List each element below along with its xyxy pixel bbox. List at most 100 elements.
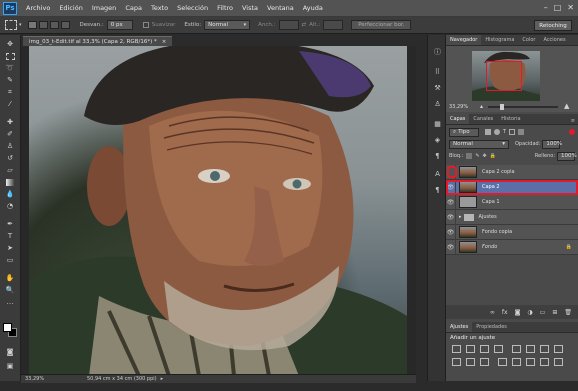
navigator-zoom-slider-handle[interactable] [500, 104, 504, 110]
hue-saturation-icon[interactable] [526, 345, 535, 353]
filter-type-icon[interactable]: T [503, 129, 506, 135]
hand-tool-icon[interactable]: ✋ [4, 273, 16, 283]
feather-input[interactable]: 0 px [106, 20, 133, 30]
navigator-zoom-value[interactable]: 33,29% [449, 104, 468, 110]
shape-tool-icon[interactable]: ▭ [4, 255, 16, 265]
paragraph-icon[interactable]: ¶ [432, 151, 443, 161]
maximize-icon[interactable]: □ [554, 3, 562, 12]
add-selection-icon[interactable] [38, 21, 48, 29]
path-selection-tool-icon[interactable]: ➤ [4, 243, 16, 253]
tab-capas[interactable]: Capas [446, 114, 470, 124]
filter-smart-object-icon[interactable] [518, 129, 525, 135]
photo-filter-icon[interactable] [452, 358, 461, 366]
close-tab-icon[interactable]: × [162, 39, 167, 45]
layer-name[interactable]: Capa 1 [482, 199, 500, 205]
layer-row[interactable]: Capa 2 copia [446, 164, 578, 180]
eye-icon[interactable]: 👁 [446, 239, 456, 255]
tab-navegador[interactable]: Navegador [446, 35, 482, 45]
layer-filter-select[interactable]: ⌕ Tipo [449, 127, 479, 137]
color-lookup-icon[interactable] [480, 358, 489, 366]
expand-arrow-icon[interactable]: ▸ [459, 214, 462, 220]
move-tool-icon[interactable]: ✥ [4, 39, 16, 49]
healing-brush-tool-icon[interactable]: ✚ [4, 117, 16, 127]
gradient-map-icon[interactable] [540, 358, 549, 366]
filter-adjustment-icon[interactable] [494, 129, 500, 135]
width-input[interactable] [278, 20, 299, 30]
eye-icon[interactable]: 👁 [446, 209, 456, 225]
layer-group-row[interactable]: 👁 ▸ Ajustes [446, 209, 578, 225]
posterize-icon[interactable] [512, 358, 521, 366]
quick-mask-icon[interactable]: ◙ [4, 347, 16, 357]
menu-ayuda[interactable]: Ayuda [303, 4, 323, 12]
menu-capa[interactable]: Capa [125, 4, 142, 12]
layer-name[interactable]: Fondo copia [482, 229, 512, 235]
layer-row[interactable]: 👁 Fondo copia [446, 224, 578, 240]
screen-mode-icon[interactable]: ▣ [4, 361, 16, 371]
height-input[interactable] [323, 20, 344, 30]
visibility-toggle[interactable] [446, 164, 457, 180]
menu-archivo[interactable]: Archivo [26, 4, 50, 12]
canvas-area[interactable] [21, 46, 416, 374]
lock-all-icon[interactable]: 🔒 [490, 153, 496, 159]
vibrance-icon[interactable] [512, 345, 521, 353]
dodge-tool-icon[interactable]: ◔ [4, 201, 16, 211]
curves-icon[interactable] [480, 345, 489, 353]
minimize-icon[interactable]: – [544, 3, 548, 12]
character-icon[interactable]: A [432, 169, 443, 179]
trash-icon[interactable]: 🗑 [564, 309, 572, 316]
threshold-icon[interactable] [526, 358, 535, 366]
navigator-view-box[interactable] [486, 61, 522, 91]
crop-tool-icon[interactable]: ⌗ [4, 87, 16, 97]
filter-shape-icon[interactable] [509, 129, 516, 135]
filter-pixel-icon[interactable] [485, 129, 491, 135]
zoom-in-icon[interactable]: ▲ [564, 102, 569, 110]
lock-position-icon[interactable]: ✥ [483, 153, 487, 159]
styles-icon[interactable]: ◈ [432, 135, 443, 145]
brush-presets-icon[interactable]: ⠿ [432, 67, 443, 77]
fx-icon[interactable]: fx [502, 309, 508, 316]
eye-icon[interactable]: 👁 [446, 224, 456, 240]
brush-tool-icon[interactable]: ✐ [4, 129, 16, 139]
new-group-icon[interactable]: ▭ [540, 309, 546, 316]
swap-icon[interactable]: ⇄ [302, 22, 307, 28]
workspace-switcher[interactable]: Retoching [534, 20, 572, 31]
antialias-checkbox[interactable] [142, 22, 149, 28]
document-image[interactable] [29, 46, 407, 374]
menu-imagen[interactable]: Imagen [92, 4, 116, 12]
tab-color[interactable]: Color [518, 35, 539, 45]
menu-seleccion[interactable]: Selección [177, 4, 208, 12]
panel-menu-icon[interactable]: ≡ [571, 118, 575, 124]
tab-canales[interactable]: Canales [469, 114, 497, 124]
marquee-tool-icon[interactable] [4, 51, 16, 61]
zoom-tool-icon[interactable]: 🔍 [4, 285, 16, 295]
eraser-tool-icon[interactable]: ▱ [4, 165, 16, 175]
navigator-thumbnail[interactable] [472, 51, 540, 101]
new-selection-icon[interactable] [27, 21, 37, 29]
menu-vista[interactable]: Vista [242, 4, 258, 12]
gradient-tool-icon[interactable] [4, 177, 16, 187]
lock-transparency-icon[interactable] [466, 153, 473, 159]
zoom-readout[interactable]: 33,29% [25, 376, 51, 382]
history-brush-tool-icon[interactable]: ↺ [4, 153, 16, 163]
status-menu-icon[interactable]: ▸ [161, 376, 164, 382]
type-tool-icon[interactable]: T [4, 231, 16, 241]
close-icon[interactable]: ✕ [567, 3, 574, 12]
eye-icon[interactable]: 👁 [446, 179, 456, 195]
style-select[interactable]: Normal ▾ [204, 20, 251, 30]
document-tab[interactable]: img_03_t-Edit.tif al 33,3% (Capa 2, RGB/… [23, 36, 173, 46]
layer-row[interactable]: 👁 Capa 1 [446, 194, 578, 210]
invert-icon[interactable] [498, 358, 507, 366]
clone-stamp-tool-icon[interactable]: ♙ [4, 141, 16, 151]
paragraph-styles-icon[interactable]: ¶ [432, 185, 443, 195]
selective-color-icon[interactable] [554, 358, 563, 366]
lock-pixels-icon[interactable]: ✎ [475, 153, 479, 159]
menu-edicion[interactable]: Edición [59, 4, 83, 12]
tab-ajustes[interactable]: Ajustes [446, 322, 473, 332]
tab-historia[interactable]: Historia [497, 114, 524, 124]
lasso-tool-icon[interactable]: ➰ [4, 63, 16, 73]
more-tools-icon[interactable]: … [4, 297, 16, 307]
layer-name[interactable]: Ajustes [479, 214, 497, 220]
add-mask-icon[interactable]: ◙ [515, 309, 521, 316]
layer-row[interactable]: 👁 Fondo 🔒 [446, 239, 578, 255]
pen-tool-icon[interactable]: ✒ [4, 219, 16, 229]
